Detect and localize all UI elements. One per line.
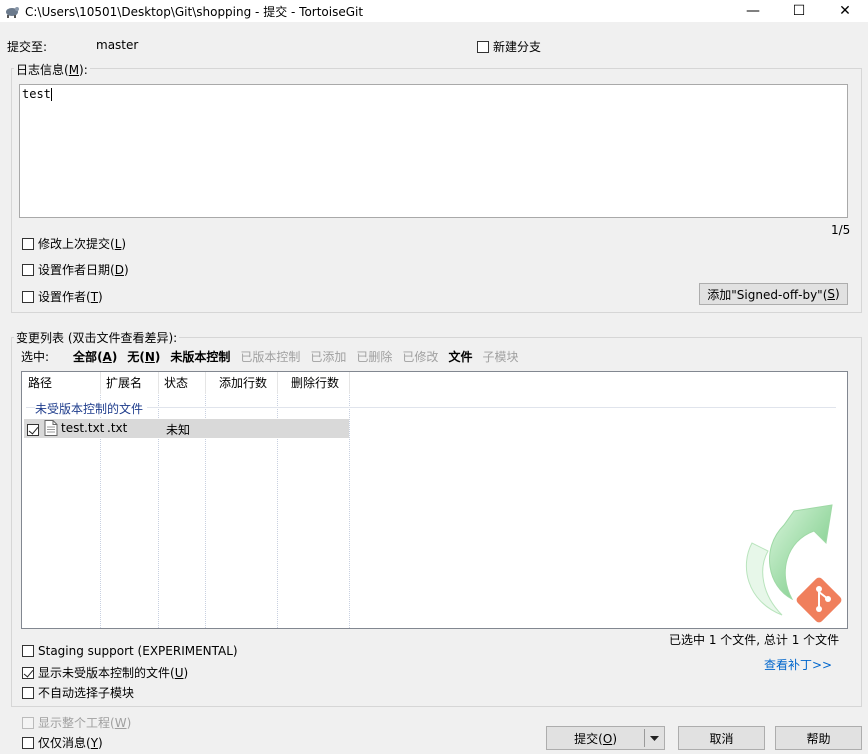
list-header: 路径 扩展名 状态 添加行数 删除行数 <box>22 372 350 394</box>
header-divider <box>100 372 101 394</box>
filter-none[interactable]: 无(N) <box>127 348 160 365</box>
staging-support-checkbox[interactable]: Staging support (EXPERIMENTAL) <box>22 644 238 658</box>
header-divider <box>158 372 159 394</box>
branch-name: master <box>96 38 139 52</box>
filter-submodules[interactable]: 子模块 <box>482 348 518 365</box>
filter-versioned[interactable]: 已版本控制 <box>240 348 300 365</box>
header-divider <box>205 372 206 394</box>
log-message-editor[interactable]: test <box>19 84 848 218</box>
column-header-lines-added[interactable]: 添加行数 <box>213 372 267 394</box>
message-only-check[interactable] <box>22 736 34 749</box>
amend-checkbox[interactable]: 修改上次提交(L) <box>22 235 126 252</box>
title-bar: C:\Users\10501\Desktop\Git\shopping - 提交… <box>0 0 868 22</box>
set-author-date-checkbox[interactable]: 设置作者日期(D) <box>22 261 129 278</box>
show-whole-project-label: 显示整个工程(W) <box>38 716 132 730</box>
commit-split-button[interactable]: 提交(O) <box>546 726 665 750</box>
text-file-icon <box>44 420 58 436</box>
select-label: 选中: <box>21 350 50 364</box>
selection-summary: 已选中 1 个文件, 总计 1 个文件 <box>669 633 840 647</box>
changes-group-label: 变更列表 (双击文件查看差异): <box>14 329 180 346</box>
column-header-lines-deleted[interactable]: 删除行数 <box>285 372 339 394</box>
unversioned-group-header: 未受版本控制的文件 <box>35 400 148 417</box>
staging-support-label: Staging support (EXPERIMENTAL) <box>38 644 238 658</box>
view-patch-link[interactable]: 查看补丁>> <box>764 656 832 673</box>
table-row[interactable]: test.txt .txt 未知 <box>24 419 349 438</box>
commit-button[interactable]: 提交(O) <box>547 730 644 747</box>
message-position: 1/5 <box>831 223 851 237</box>
new-branch-label: 新建分支 <box>493 40 542 54</box>
filter-files[interactable]: 文件 <box>448 348 472 365</box>
commit-dropdown-arrow-icon[interactable] <box>645 735 664 741</box>
no-autoselect-submodules-label: 不自动选择子模块 <box>38 686 135 700</box>
help-button[interactable]: 帮助 <box>775 726 862 750</box>
tortoisegit-logo-watermark <box>745 504 842 623</box>
column-divider <box>205 372 206 628</box>
show-whole-project-check[interactable] <box>22 716 34 729</box>
new-branch-check[interactable] <box>477 40 489 53</box>
column-divider <box>277 372 278 628</box>
amend-label: 修改上次提交(L) <box>38 237 127 251</box>
column-divider <box>349 372 350 628</box>
group-separator <box>26 407 836 408</box>
filter-modified[interactable]: 已修改 <box>402 348 438 365</box>
row-status: 未知 <box>166 423 191 437</box>
show-unversioned-check[interactable] <box>22 666 34 679</box>
show-whole-project-checkbox[interactable]: 显示整个工程(W) <box>22 714 131 731</box>
column-header-extension[interactable]: 扩展名 <box>100 372 142 394</box>
row-checkbox[interactable] <box>27 423 39 436</box>
commit-to-label: 提交至: <box>7 40 48 54</box>
staging-support-check[interactable] <box>22 645 34 657</box>
set-author-label: 设置作者(T) <box>38 290 103 304</box>
message-only-label: 仅仅消息(Y) <box>38 736 103 750</box>
row-extension: .txt <box>107 421 128 435</box>
set-author-date-label: 设置作者日期(D) <box>38 263 129 277</box>
filter-deleted[interactable]: 已删除 <box>356 348 392 365</box>
filter-bar: 选中: 全部(A) 无(N) 未版本控制 已版本控制 已添加 已删除 已修改 文… <box>21 348 518 365</box>
show-unversioned-label: 显示未受版本控制的文件(U) <box>38 666 189 680</box>
window-title: C:\Users\10501\Desktop\Git\shopping - 提交… <box>25 5 364 19</box>
filter-all[interactable]: 全部(A) <box>73 348 117 365</box>
set-author-checkbox[interactable]: 设置作者(T) <box>22 288 103 305</box>
signoff-button[interactable]: 添加"Signed-off-by"(S) <box>699 283 848 305</box>
file-list[interactable]: 路径 扩展名 状态 添加行数 删除行数 未受版本控制的文件 test.txt .… <box>21 371 848 629</box>
set-author-date-check[interactable] <box>22 263 34 276</box>
close-button[interactable]: ✕ <box>822 0 868 22</box>
cancel-button[interactable]: 取消 <box>678 726 765 750</box>
no-autoselect-submodules-checkbox[interactable]: 不自动选择子模块 <box>22 684 134 701</box>
message-only-checkbox[interactable]: 仅仅消息(Y) <box>22 734 103 751</box>
text-caret <box>50 88 52 101</box>
minimize-button[interactable]: — <box>730 0 776 22</box>
maximize-button[interactable]: ☐ <box>776 0 822 22</box>
amend-check[interactable] <box>22 237 34 250</box>
tortoisegit-app-icon <box>6 7 19 18</box>
filter-unversioned[interactable]: 未版本控制 <box>170 348 230 365</box>
no-autoselect-submodules-check[interactable] <box>22 686 34 699</box>
log-message-group-label: 日志信息(M): <box>14 61 90 78</box>
show-unversioned-checkbox[interactable]: 显示未受版本控制的文件(U) <box>22 664 188 681</box>
log-message-text: test <box>22 87 51 101</box>
column-divider <box>158 372 159 628</box>
column-header-path[interactable]: 路径 <box>22 372 52 394</box>
row-path: test.txt <box>61 421 105 435</box>
new-branch-checkbox[interactable]: 新建分支 <box>477 38 541 55</box>
column-header-status[interactable]: 状态 <box>158 372 188 394</box>
filter-added[interactable]: 已添加 <box>310 348 346 365</box>
set-author-check[interactable] <box>22 290 34 303</box>
header-divider <box>349 372 350 394</box>
header-divider <box>277 372 278 394</box>
